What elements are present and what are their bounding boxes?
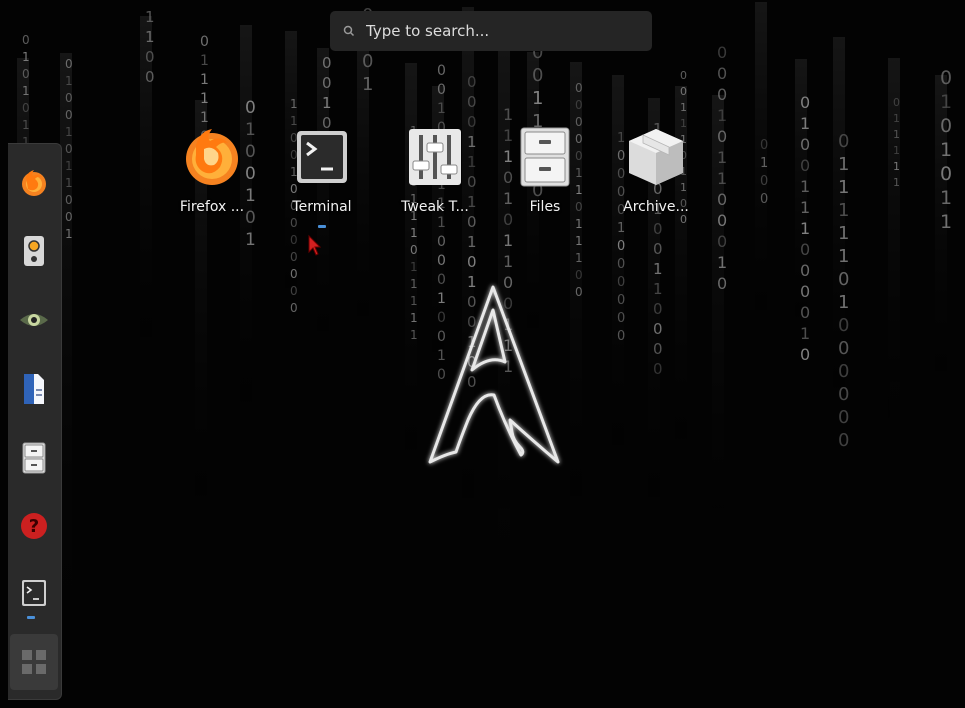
svg-text:0: 0 (290, 267, 298, 281)
svg-text:0: 0 (838, 407, 849, 428)
svg-text:0: 0 (290, 301, 298, 315)
svg-text:0: 0 (653, 300, 663, 318)
app-tile-archive-manager[interactable]: Archive... (606, 125, 706, 225)
dock-item-help[interactable]: ? (15, 507, 53, 545)
svg-text:0: 0 (467, 373, 477, 391)
app-tile-tweak-tool[interactable]: Tweak T... (385, 125, 485, 225)
svg-text:0: 0 (617, 275, 625, 290)
svg-text:0: 0 (437, 367, 446, 383)
tweak-tool-icon (403, 125, 467, 189)
svg-text:0: 0 (800, 345, 810, 364)
svg-text:1: 1 (410, 328, 418, 342)
app-tile-files[interactable]: Files (495, 125, 595, 225)
svg-text:0: 0 (717, 274, 727, 293)
dock-item-image-viewer[interactable] (15, 301, 53, 339)
svg-text:0: 0 (575, 268, 583, 282)
help-icon: ? (21, 513, 47, 539)
document-icon (24, 374, 44, 404)
desktop-overview: 0101011010010010110011100011110001001011… (0, 0, 965, 708)
svg-text:0: 0 (838, 361, 849, 382)
svg-text:0: 0 (437, 272, 446, 288)
svg-text:1: 1 (437, 348, 446, 364)
svg-text:0: 0 (800, 261, 810, 280)
firefox-icon (180, 125, 244, 189)
running-indicator (27, 616, 35, 619)
files-icon (513, 125, 577, 189)
terminal-icon (290, 125, 354, 189)
dock-item-terminal[interactable] (15, 574, 53, 612)
svg-text:0: 0 (653, 320, 663, 338)
show-applications-button[interactable] (10, 634, 58, 690)
app-grid: Firefox ... Terminal Tweak T... Files Ar… (0, 0, 965, 260)
terminal-icon (22, 580, 46, 606)
svg-text:0: 0 (617, 311, 625, 326)
svg-text:0: 0 (467, 293, 477, 311)
svg-text:0: 0 (653, 340, 663, 358)
mouse-cursor-icon (308, 234, 321, 256)
svg-text:0: 0 (290, 284, 298, 298)
svg-text:1: 1 (410, 311, 418, 325)
svg-text:1: 1 (410, 294, 418, 308)
app-label: Archive... (623, 199, 689, 215)
svg-text:1: 1 (653, 280, 663, 298)
svg-text:0: 0 (838, 315, 849, 336)
app-label: Firefox ... (179, 199, 245, 215)
svg-text:0: 0 (467, 313, 477, 331)
svg-text:0: 0 (617, 329, 625, 344)
running-indicator (318, 225, 326, 228)
svg-text:1: 1 (437, 291, 446, 307)
svg-text:1: 1 (467, 273, 477, 291)
svg-text:0: 0 (437, 329, 446, 345)
svg-text:0: 0 (838, 384, 849, 405)
svg-text:0: 0 (437, 310, 446, 326)
firefox-icon (22, 170, 46, 196)
files-icon (22, 442, 46, 474)
svg-text:0: 0 (800, 303, 810, 322)
svg-text:0: 0 (617, 293, 625, 308)
app-label: Terminal (292, 199, 352, 215)
app-tile-firefox[interactable]: Firefox ... (162, 125, 262, 225)
svg-text:1: 1 (800, 324, 810, 343)
app-grid-icon (22, 650, 46, 674)
svg-text:0: 0 (503, 273, 513, 292)
app-label: Tweak T... (401, 199, 469, 215)
svg-text:?: ? (29, 516, 39, 537)
svg-text:1: 1 (410, 260, 418, 274)
dock-item-speaker[interactable] (15, 232, 53, 270)
app-tile-terminal[interactable]: Terminal (272, 125, 372, 225)
speaker-icon (24, 236, 44, 266)
image-viewer-icon (20, 314, 48, 326)
svg-text:0: 0 (653, 360, 663, 378)
dock: ? (8, 143, 62, 700)
svg-text:0: 0 (838, 269, 849, 290)
dock-item-files[interactable] (15, 439, 53, 477)
dock-item-text-editor[interactable] (15, 370, 53, 408)
svg-text:0: 0 (838, 338, 849, 359)
svg-text:0: 0 (503, 294, 513, 313)
dock-item-firefox[interactable] (15, 164, 53, 202)
svg-text:0: 0 (800, 282, 810, 301)
svg-text:1: 1 (838, 292, 849, 313)
archive-manager-icon (624, 125, 688, 189)
app-label: Files (529, 199, 561, 215)
svg-text:1: 1 (653, 260, 663, 278)
svg-text:0: 0 (838, 430, 849, 451)
svg-text:0: 0 (575, 285, 583, 299)
svg-text:1: 1 (410, 277, 418, 291)
